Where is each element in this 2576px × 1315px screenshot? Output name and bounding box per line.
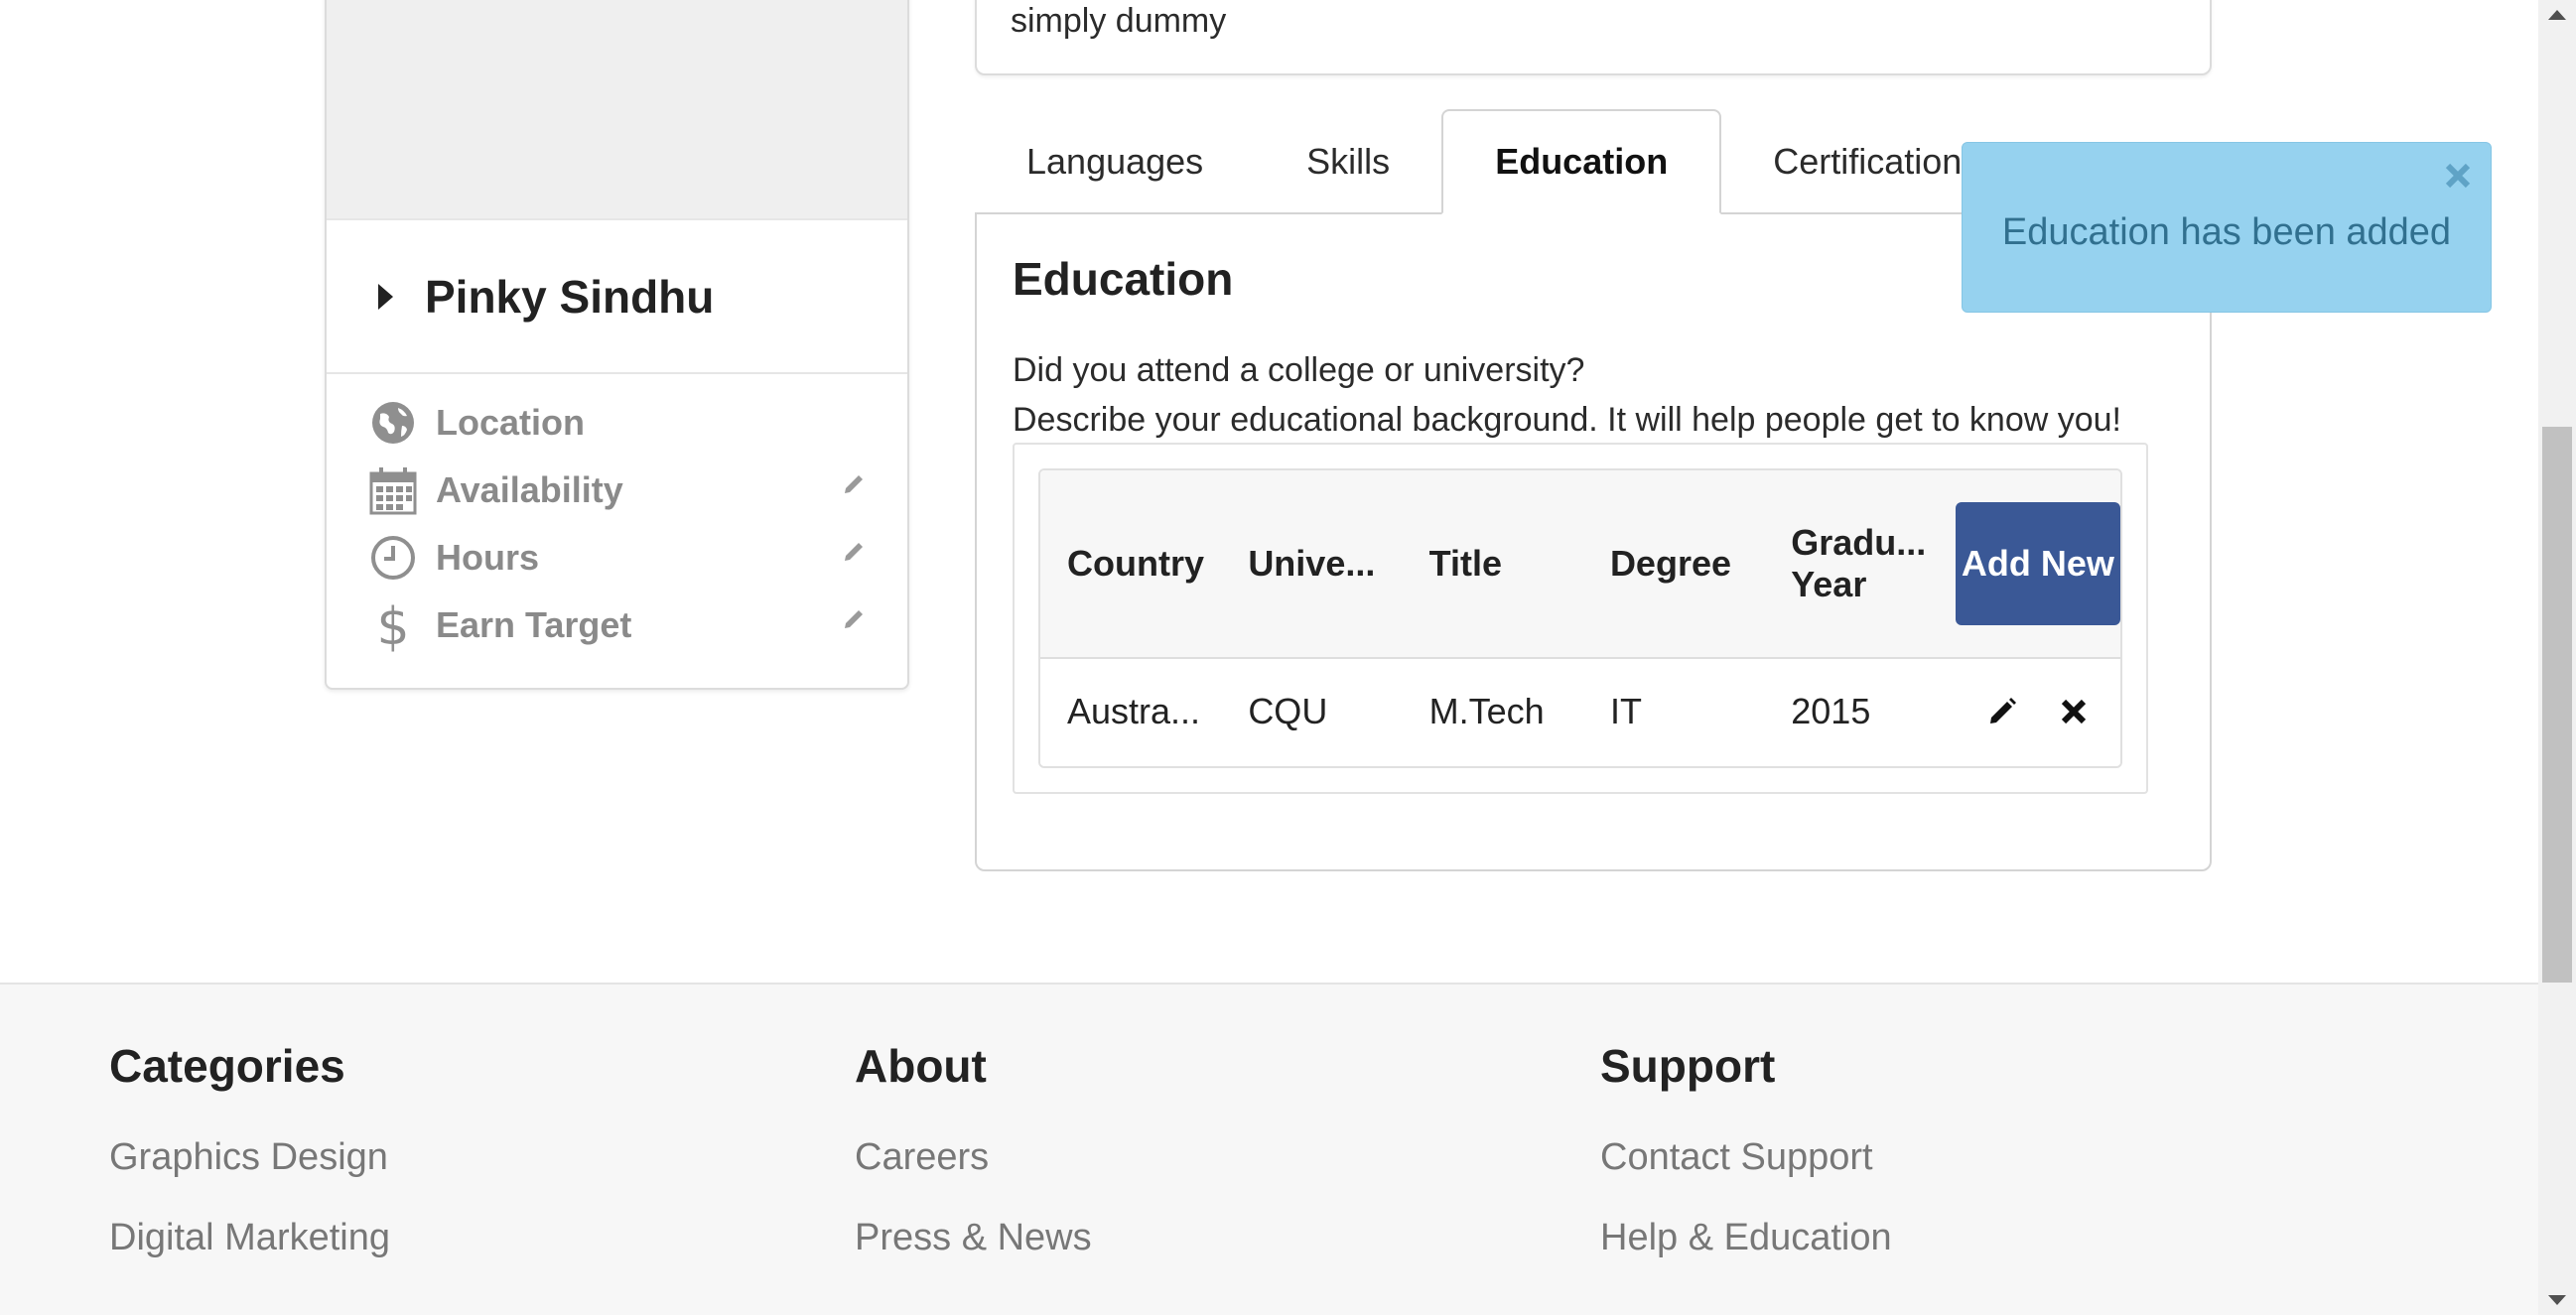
cell-title: M.Tech [1428, 691, 1545, 731]
meta-label-earn-target: Earn Target [436, 604, 632, 645]
site-footer: Categories Graphics Design Digital Marke… [0, 983, 2538, 1315]
meta-item-earn-target: $ Earn Target [327, 592, 907, 659]
scroll-up-arrow-icon[interactable] [2548, 10, 2566, 20]
tab-languages[interactable]: Languages [975, 109, 1255, 214]
profile-card: Pinky Sindhu Location Availability Hours [325, 0, 909, 690]
table-row: Austra... CQU M.Tech IT 2015 [1040, 659, 2120, 764]
delete-close-icon[interactable] [2057, 695, 2091, 728]
footer-link-graphics-design[interactable]: Graphics Design [109, 1136, 390, 1179]
footer-link-careers[interactable]: Careers [855, 1136, 1092, 1179]
cell-year: 2015 [1791, 691, 1871, 731]
scroll-down-arrow-icon[interactable] [2548, 1295, 2566, 1305]
meta-label-availability: Availability [436, 469, 623, 510]
row-actions [1985, 695, 2091, 728]
page-scrollbar[interactable] [2538, 0, 2576, 1315]
footer-heading-categories: Categories [109, 1040, 345, 1092]
footer-column-categories: Categories Graphics Design Digital Marke… [109, 1039, 390, 1297]
footer-column-support: Support Contact Support Help & Education [1600, 1039, 1892, 1297]
header-graduation-year: Gradu... Year [1791, 522, 1927, 604]
edit-availability-pencil-icon[interactable] [842, 470, 868, 496]
profile-meta-list: Location Availability Hours $ Earn Targe… [327, 389, 907, 659]
panel-title: Education [1013, 253, 1234, 305]
header-title: Title [1428, 543, 1502, 584]
toast-close-icon[interactable] [2443, 161, 2473, 191]
footer-heading-about: About [855, 1040, 987, 1092]
panel-description: Did you attend a college or university? … [1013, 345, 2184, 445]
add-new-button[interactable]: Add New [1955, 502, 2120, 625]
profile-name: Pinky Sindhu [425, 270, 715, 323]
toast-notification: Education has been added [1962, 142, 2492, 313]
header-degree: Degree [1609, 543, 1731, 584]
edit-hours-pencil-icon[interactable] [842, 538, 868, 564]
cell-university: CQU [1248, 691, 1328, 731]
profile-photo [327, 0, 907, 220]
panel-description-line-2: Describe your educational background. It… [1013, 401, 2122, 439]
description-box: simply dummy [975, 0, 2212, 75]
edit-pencil-icon[interactable] [1985, 695, 2019, 728]
footer-link-help-education[interactable]: Help & Education [1600, 1217, 1892, 1259]
svg-text:$: $ [376, 598, 409, 652]
header-actions: Add New [1929, 502, 2120, 625]
cell-country: Austra... [1067, 691, 1201, 731]
meta-label-hours: Hours [436, 537, 540, 578]
calendar-icon [368, 465, 418, 515]
header-country: Country [1067, 543, 1204, 584]
tab-education[interactable]: Education [1441, 109, 1722, 214]
meta-label-location: Location [436, 402, 585, 443]
cell-actions [1929, 695, 2120, 728]
footer-link-digital-marketing[interactable]: Digital Marketing [109, 1217, 390, 1259]
footer-column-about: About Careers Press & News [855, 1039, 1092, 1297]
panel-description-line-1: Did you attend a college or university? [1013, 351, 1585, 389]
globe-icon [368, 398, 418, 448]
table-header: Country Unive... Title Degree Gradu... Y… [1040, 470, 2120, 659]
caret-right-icon[interactable] [378, 283, 393, 310]
edit-earn-target-pencil-icon[interactable] [842, 605, 868, 631]
header-university: Unive... [1248, 543, 1376, 584]
description-text: simply dummy [1011, 2, 1227, 40]
meta-item-location: Location [327, 389, 907, 457]
scroll-thumb[interactable] [2542, 427, 2572, 983]
cell-degree: IT [1609, 691, 1642, 731]
meta-item-hours: Hours [327, 524, 907, 592]
clock-icon [368, 533, 418, 583]
education-table: Country Unive... Title Degree Gradu... Y… [1038, 468, 2122, 768]
profile-tabs: Languages Skills Education Certification… [975, 109, 2031, 214]
footer-link-press-news[interactable]: Press & News [855, 1217, 1092, 1259]
toast-message: Education has been added [2001, 210, 2452, 253]
footer-heading-support: Support [1600, 1040, 1776, 1092]
education-table-wrapper: Country Unive... Title Degree Gradu... Y… [1013, 443, 2148, 794]
dollar-icon: $ [368, 598, 418, 652]
tab-skills[interactable]: Skills [1255, 109, 1441, 214]
footer-link-contact-support[interactable]: Contact Support [1600, 1136, 1892, 1179]
profile-name-row[interactable]: Pinky Sindhu [327, 220, 907, 374]
meta-item-availability: Availability [327, 457, 907, 524]
